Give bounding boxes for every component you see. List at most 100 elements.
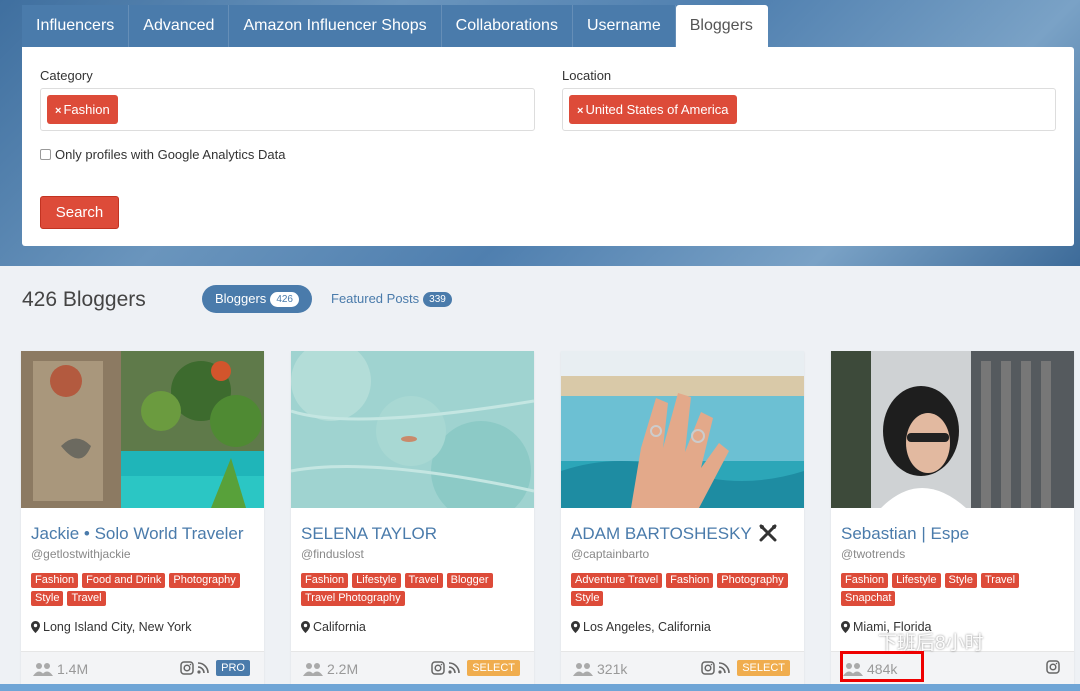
tag[interactable]: Photography (169, 573, 240, 588)
analytics-checkbox-row: Only profiles with Google Analytics Data (40, 147, 286, 162)
crossed-tools-icon (759, 524, 777, 542)
social-icons: SELECT (431, 660, 520, 676)
results-count-title: 426 Bloggers (22, 288, 146, 311)
blogger-tags: Adventure Travel Fashion Photography Sty… (571, 573, 796, 606)
map-pin-icon (571, 621, 580, 633)
tab-collaborations[interactable]: Collaborations (442, 5, 573, 47)
location-text: California (313, 620, 366, 634)
location-input[interactable]: × United States of America (562, 88, 1056, 131)
blogger-name-text: ADAM BARTOSHESKY (571, 524, 752, 543)
tag[interactable]: Photography (717, 573, 788, 588)
tab-advanced[interactable]: Advanced (129, 5, 230, 47)
users-icon (33, 663, 53, 676)
blogger-handle[interactable]: @finduslost (301, 547, 364, 561)
location-label: Location (562, 68, 612, 83)
category-label: Category (40, 68, 93, 83)
blogger-location: California (301, 620, 366, 634)
ocean-swimmer-image (291, 351, 534, 508)
blogger-name[interactable]: SELENA TAYLOR (301, 524, 437, 544)
location-text: Long Island City, New York (43, 620, 192, 634)
category-chip-label: Fashion (63, 102, 110, 117)
instagram-icon[interactable] (701, 661, 715, 675)
blogger-handle[interactable]: @captainbarto (571, 547, 649, 561)
map-pin-icon (31, 621, 40, 633)
pool-garden-image (21, 351, 264, 508)
featured-posts-pill[interactable]: Featured Posts 339 (318, 285, 465, 313)
portrait-image (831, 351, 1074, 508)
tag[interactable]: Lifestyle (892, 573, 941, 588)
tag[interactable]: Fashion (301, 573, 349, 588)
followers-highlight-box (840, 651, 924, 682)
blogger-tags: Fashion Food and Drink Photography Style… (31, 573, 256, 606)
blogger-handle[interactable]: @twotrends (841, 547, 905, 561)
users-icon (303, 663, 323, 676)
tab-bloggers[interactable]: Bloggers (675, 5, 768, 47)
blogger-cover-image[interactable] (21, 351, 264, 508)
select-badge: SELECT (467, 660, 520, 676)
instagram-icon[interactable] (180, 661, 194, 675)
location-chip[interactable]: × United States of America (569, 95, 737, 124)
search-button[interactable]: Search (40, 196, 119, 229)
tag[interactable]: Travel (980, 573, 1020, 588)
followers-count: 321k (573, 661, 627, 677)
blogger-card[interactable]: Jackie • Solo World Traveler @getlostwit… (21, 351, 264, 691)
analytics-checkbox-label: Only profiles with Google Analytics Data (55, 147, 286, 162)
tag[interactable]: Style (571, 591, 604, 606)
tag[interactable]: Style (31, 591, 64, 606)
tag[interactable]: Travel (67, 591, 106, 606)
hand-ocean-image (561, 351, 804, 508)
category-chip[interactable]: × Fashion (47, 95, 118, 124)
blogger-cover-image[interactable] (291, 351, 534, 508)
social-icons: SELECT (701, 660, 790, 676)
tab-username[interactable]: Username (573, 5, 676, 47)
rss-icon[interactable] (197, 662, 209, 674)
analytics-checkbox[interactable] (40, 149, 51, 160)
featured-posts-count-badge: 339 (423, 292, 452, 308)
tag[interactable]: Adventure Travel (571, 573, 663, 588)
followers-value: 2.2M (327, 661, 359, 677)
blogger-name[interactable]: ADAM BARTOSHESKY (571, 524, 777, 544)
tag[interactable]: Lifestyle (352, 573, 401, 588)
social-icons (1046, 660, 1060, 674)
followers-count: 2.2M (303, 661, 358, 677)
bloggers-count-badge: 426 (270, 292, 299, 308)
tag[interactable]: Fashion (666, 573, 714, 588)
blogger-name[interactable]: Sebastian | Espe (841, 524, 969, 544)
tag[interactable]: Travel (404, 573, 443, 588)
blogger-name[interactable]: Jackie • Solo World Traveler (31, 524, 244, 544)
blogger-tags: Fashion Lifestyle Travel Blogger Travel … (301, 573, 526, 606)
chip-remove-icon[interactable]: × (55, 105, 61, 117)
location-text: Los Angeles, California (583, 620, 711, 634)
blogger-tags: Fashion Lifestyle Style Travel Snapchat (841, 573, 1066, 606)
instagram-icon[interactable] (431, 661, 445, 675)
tag[interactable]: Travel Photography (301, 591, 405, 606)
tag[interactable]: Food and Drink (82, 573, 166, 588)
blogger-card[interactable]: SELENA TAYLOR @finduslost Fashion Lifest… (291, 351, 534, 691)
tab-amazon-influencer-shops[interactable]: Amazon Influencer Shops (229, 5, 442, 47)
tag[interactable]: Blogger (446, 573, 493, 588)
tab-influencers[interactable]: Influencers (22, 5, 130, 47)
search-tabs: Influencers Advanced Amazon Influencer S… (22, 5, 768, 47)
instagram-icon[interactable] (1046, 660, 1060, 674)
blogger-handle[interactable]: @getlostwithjackie (31, 547, 131, 561)
blogger-cover-image[interactable] (831, 351, 1074, 508)
blogger-card[interactable]: ADAM BARTOSHESKY @captainbarto Adventure… (561, 351, 804, 691)
users-icon (573, 663, 593, 676)
map-pin-icon (301, 621, 310, 633)
blogger-location: Long Island City, New York (31, 620, 191, 634)
category-input[interactable]: × Fashion (40, 88, 535, 131)
chip-remove-icon[interactable]: × (577, 105, 583, 117)
followers-value: 321k (597, 661, 628, 677)
rss-icon[interactable] (718, 662, 731, 674)
social-icons: PRO (180, 660, 250, 676)
rss-icon[interactable] (448, 662, 461, 674)
location-chip-label: United States of America (585, 102, 729, 117)
tag[interactable]: Fashion (31, 573, 79, 588)
tag[interactable]: Fashion (841, 573, 889, 588)
bloggers-pill-label: Bloggers (215, 291, 267, 306)
bloggers-pill[interactable]: Bloggers 426 (202, 285, 312, 313)
tag[interactable]: Style (944, 573, 977, 588)
blogger-cover-image[interactable] (561, 351, 804, 508)
featured-posts-pill-label: Featured Posts (331, 291, 420, 306)
tag[interactable]: Snapchat (841, 591, 896, 606)
